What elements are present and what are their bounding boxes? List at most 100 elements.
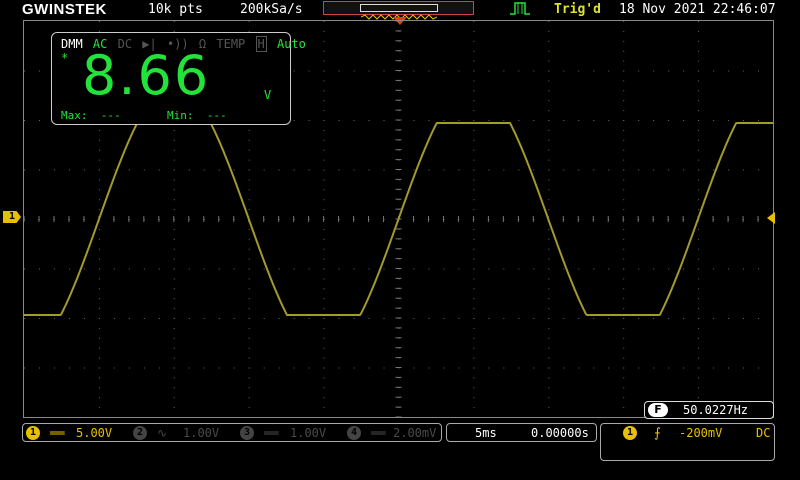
grid-dot [473, 278, 475, 280]
grid-dot [203, 367, 205, 369]
grid-dot [428, 120, 430, 121]
ch2-badge[interactable]: 2 [133, 426, 147, 440]
grid-dot [428, 318, 430, 319]
ch3-badge[interactable]: 3 [240, 426, 254, 440]
grid-dot [173, 248, 175, 250]
grid-dot [623, 397, 625, 399]
grid-dot [623, 21, 625, 22]
rising-edge-icon: ⨍ [654, 426, 661, 441]
trigger-panel[interactable]: 1 ⨍ -200mV DC [600, 423, 775, 461]
grid-dot [248, 129, 250, 131]
grid-dot [143, 367, 145, 369]
grid-dot [98, 367, 100, 369]
memory-window [360, 4, 438, 20]
grid-dot [278, 268, 280, 270]
hold-icon[interactable]: H [255, 36, 267, 52]
grid-dot [68, 268, 70, 270]
grid-dot [548, 40, 550, 42]
grid-dot [473, 120, 475, 121]
grid-dot [98, 209, 100, 211]
grid-dot [263, 318, 265, 319]
grid-dot [173, 337, 175, 339]
grid-dot [413, 169, 415, 171]
grid-dot [548, 278, 550, 280]
grid-dot [728, 120, 730, 121]
memory-map[interactable] [323, 1, 474, 20]
grid-dot [698, 327, 700, 329]
ch1-badge[interactable]: 1 [26, 426, 40, 440]
grid-dot [173, 397, 175, 399]
grid-dot [488, 367, 490, 369]
grid-dot [683, 70, 685, 72]
grid-dot [608, 70, 610, 72]
grid-dot [713, 70, 715, 72]
grid-dot [323, 308, 325, 310]
grid-dot [488, 70, 490, 72]
grid-dot [548, 367, 550, 369]
grid-dot [263, 367, 265, 369]
grid-dot [248, 228, 250, 230]
grid-dot [623, 179, 625, 181]
grid-dot [563, 169, 565, 171]
grid-dot [743, 169, 745, 171]
grid-dot [53, 268, 55, 270]
grid-dot [698, 169, 700, 171]
horizontal-position[interactable]: 0.00000s [531, 426, 589, 440]
grid-dot [248, 238, 250, 240]
grid-dot [173, 387, 175, 389]
ch2-scale[interactable]: 1.00V [183, 426, 219, 440]
dmm-range-auto[interactable]: Auto [277, 37, 306, 51]
timebase-scale[interactable]: 5ms [475, 426, 497, 440]
grid-dot [623, 337, 625, 339]
frequency-value: 50.0227Hz [683, 403, 749, 417]
grid-dot [248, 139, 250, 141]
grid-dot [593, 120, 595, 121]
grid-dot [98, 129, 100, 131]
grid-dot [173, 21, 175, 22]
grid-dot [38, 169, 40, 171]
grid-dot [668, 120, 670, 121]
ch1-scale[interactable]: 5.00V [76, 426, 112, 440]
grid-dot [638, 318, 640, 319]
grid-dot [233, 367, 235, 369]
grid-dot [353, 268, 355, 270]
grid-dot [248, 189, 250, 191]
grid-dot [38, 318, 40, 319]
grid-dot [698, 179, 700, 181]
trigger-mode-icon [510, 2, 530, 15]
frequency-counter[interactable]: F 50.0227Hz [644, 401, 774, 419]
grid-dot [173, 288, 175, 290]
grid-dot [683, 367, 685, 369]
grid-dot [698, 100, 700, 102]
grid-dot [548, 288, 550, 290]
ch1-ground-marker[interactable]: 1 [3, 211, 21, 223]
grid-dot [173, 407, 175, 409]
grid-dot [308, 169, 310, 171]
grid-dot [353, 70, 355, 72]
trigger-coupling[interactable]: DC [756, 426, 770, 440]
timebase-panel[interactable]: 5ms 0.00000s [446, 423, 597, 442]
grid-dot [473, 308, 475, 310]
grid-dot [158, 318, 160, 319]
grid-dot [323, 80, 325, 82]
grid-dot [323, 347, 325, 349]
ch4-badge[interactable]: 4 [347, 426, 361, 440]
dmm-panel[interactable]: DMM AC DC ▶| •)) Ω TEMP H Auto * 8.66 V … [51, 32, 306, 125]
grid-dot [323, 90, 325, 92]
ch3-scale[interactable]: 1.00V [290, 426, 326, 440]
grid-dot [308, 318, 310, 319]
grid-dot [323, 120, 325, 121]
grid-dot [293, 367, 295, 369]
grid-dot [473, 377, 475, 379]
grid-dot [173, 308, 175, 310]
trigger-level-marker[interactable] [767, 212, 775, 224]
dmm-mode-temp[interactable]: TEMP [216, 37, 245, 51]
trigger-level[interactable]: -200mV [679, 426, 722, 440]
grid-dot [323, 377, 325, 379]
grid-dot [248, 278, 250, 280]
grid-dot [173, 357, 175, 359]
ch4-scale[interactable]: 2.00mV [393, 426, 436, 440]
grid-dot [428, 169, 430, 171]
grid-dot [323, 407, 325, 409]
grid-dot [83, 268, 85, 270]
